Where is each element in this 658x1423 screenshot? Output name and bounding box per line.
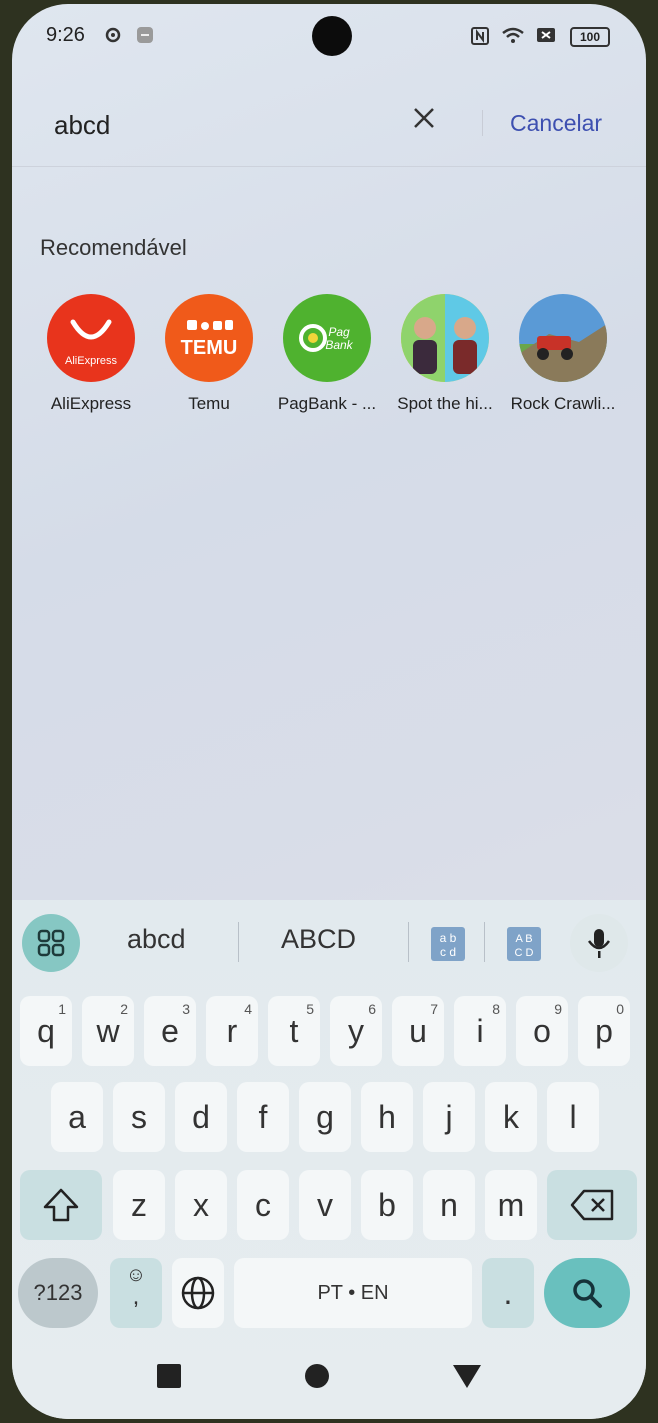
app-temu[interactable]: TEMU Temu [150, 294, 268, 424]
lowercase-case-icon[interactable]: a bc d [430, 926, 466, 967]
key-j[interactable]: j [423, 1082, 475, 1152]
key-r[interactable]: r4 [206, 996, 258, 1066]
clear-search-button[interactable] [408, 106, 440, 138]
navigation-bar [12, 1343, 646, 1419]
app-label: PagBank - ... [277, 394, 377, 413]
key-f[interactable]: f [237, 1082, 289, 1152]
keyboard-menu-button[interactable] [22, 914, 80, 972]
key-p[interactable]: p0 [578, 996, 630, 1066]
search-icon [573, 1279, 602, 1308]
voice-input-button[interactable] [570, 914, 628, 972]
language-key[interactable] [172, 1258, 224, 1328]
svg-text:a b: a b [440, 931, 457, 945]
suggestion-lowercase[interactable]: abcd [127, 924, 186, 955]
app-label: AliExpress [50, 394, 132, 413]
app-label: Rock Crawli... [510, 394, 616, 413]
minus-icon [136, 26, 154, 49]
square-icon [157, 1364, 181, 1388]
recommended-title: Recomendável [40, 235, 187, 260]
period-key[interactable]: . [482, 1258, 534, 1328]
uppercase-case-icon[interactable]: A B C D [506, 926, 542, 967]
battery-indicator: 100 [570, 27, 610, 47]
symbols-key[interactable]: ?123 [18, 1258, 98, 1328]
spot-the-hidden-icon [401, 294, 489, 382]
sim-icon [536, 26, 556, 49]
backspace-icon [570, 1189, 614, 1221]
search-input[interactable] [52, 106, 376, 144]
key-x[interactable]: x [175, 1170, 227, 1240]
suggestion-separator [408, 922, 409, 962]
shift-key[interactable] [20, 1170, 102, 1240]
key-i[interactable]: i8 [454, 996, 506, 1066]
key-z[interactable]: z [113, 1170, 165, 1240]
shift-icon [43, 1188, 79, 1222]
pagbank-icon: Pag Bank [283, 294, 371, 382]
app-aliexpress[interactable]: AliExpress AliExpress [32, 294, 150, 424]
app-spot-the-hidden[interactable]: Spot the hi... [386, 294, 504, 424]
key-o[interactable]: o9 [516, 996, 568, 1066]
key-q[interactable]: q1 [20, 996, 72, 1066]
search-key[interactable] [544, 1258, 630, 1328]
aliexpress-icon: AliExpress [47, 294, 135, 382]
grid-icon [37, 929, 65, 957]
keyboard: abcd ABCD a bc d A BC D q1 w2 e3 r4 t5 y… [12, 900, 646, 1419]
app-pagbank[interactable]: Pag Bank PagBank - ... [268, 294, 386, 424]
key-n[interactable]: n [423, 1170, 475, 1240]
suggestion-separator [238, 922, 239, 962]
recommended-apps: AliExpress AliExpress TEMU Temu Pag Bank [32, 294, 636, 424]
app-label: Spot the hi... [397, 394, 493, 413]
rock-crawling-icon [519, 294, 607, 382]
aliexpress-icon-text: AliExpress [65, 355, 117, 367]
app-label: Temu [188, 394, 230, 413]
settings-icon [104, 26, 122, 49]
key-t[interactable]: t5 [268, 996, 320, 1066]
key-y[interactable]: y6 [330, 996, 382, 1066]
temu-icon: TEMU [165, 294, 253, 382]
app-rock-crawling[interactable]: Rock Crawli... [504, 294, 622, 424]
svg-text:A B: A B [515, 933, 532, 945]
key-v[interactable]: v [299, 1170, 351, 1240]
status-time: 9:26 [46, 24, 85, 46]
temu-icon-text: TEMU [181, 337, 238, 359]
key-c[interactable]: c [237, 1170, 289, 1240]
key-d[interactable]: d [175, 1082, 227, 1152]
back-button[interactable] [452, 1363, 482, 1394]
suggestion-uppercase[interactable]: ABCD [281, 924, 356, 955]
svg-text:C D: C D [515, 947, 534, 959]
key-w[interactable]: w2 [82, 996, 134, 1066]
key-s[interactable]: s [113, 1082, 165, 1152]
search-bar: Cancelar [12, 92, 646, 162]
cancel-button[interactable]: Cancelar [510, 110, 602, 137]
globe-icon [181, 1276, 215, 1310]
key-e[interactable]: e3 [144, 996, 196, 1066]
key-a[interactable]: a [51, 1082, 103, 1152]
wifi-icon [502, 26, 524, 49]
key-u[interactable]: u7 [392, 996, 444, 1066]
home-button[interactable] [304, 1363, 330, 1394]
suggestion-separator [484, 922, 485, 962]
phone-screen: 9:26 100 Cancelar Recomendável [12, 4, 646, 1419]
close-icon [414, 108, 434, 128]
space-key[interactable]: PT • EN [234, 1258, 472, 1328]
key-b[interactable]: b [361, 1170, 413, 1240]
backspace-key[interactable] [547, 1170, 637, 1240]
triangle-down-icon [453, 1365, 481, 1388]
recent-apps-button[interactable] [156, 1363, 182, 1394]
status-bar: 9:26 100 [12, 22, 646, 54]
key-k[interactable]: k [485, 1082, 537, 1152]
svg-text:Pag: Pag [328, 325, 350, 339]
header-divider [12, 166, 646, 167]
key-g[interactable]: g [299, 1082, 351, 1152]
emoji-comma-key[interactable]: ☺ , [110, 1258, 162, 1328]
key-l[interactable]: l [547, 1082, 599, 1152]
svg-text:Bank: Bank [325, 338, 353, 352]
microphone-icon [587, 929, 611, 958]
nfc-icon [470, 26, 490, 51]
key-m[interactable]: m [485, 1170, 537, 1240]
svg-text:c d: c d [440, 945, 456, 959]
suggestion-bar: abcd ABCD a bc d A B C D [12, 900, 646, 986]
circle-icon [305, 1364, 329, 1388]
key-h[interactable]: h [361, 1082, 413, 1152]
search-divider [482, 110, 483, 136]
